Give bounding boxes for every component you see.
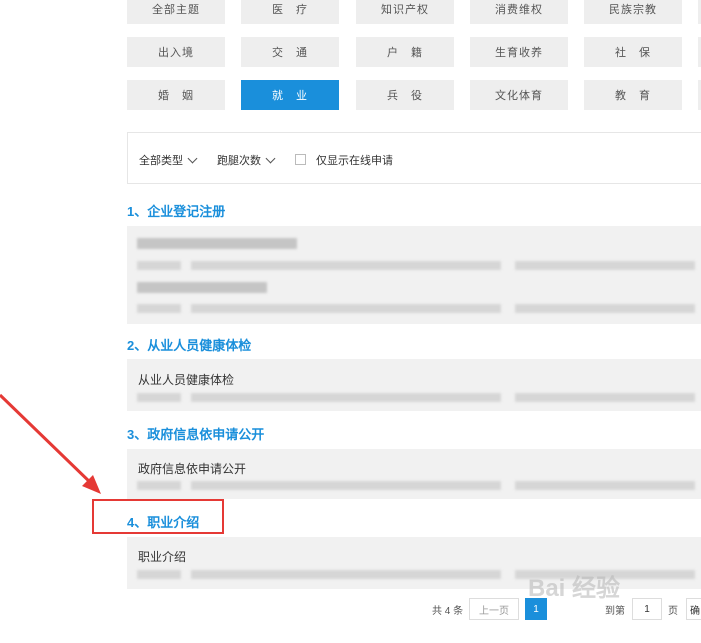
blurred-text — [137, 481, 181, 490]
blurred-text — [137, 282, 267, 293]
online-only-label: 仅显示在线申请 — [316, 155, 393, 167]
blurred-text — [191, 304, 501, 313]
online-only-checkbox[interactable] — [295, 154, 306, 165]
category-traffic[interactable]: 交 通 — [241, 37, 339, 67]
chevron-down-icon — [187, 153, 198, 163]
page-unit-label: 页 — [668, 605, 678, 617]
blurred-text — [515, 261, 695, 270]
blurred-text — [137, 304, 181, 313]
category-exit-entry[interactable]: 出入境 — [127, 37, 225, 67]
section-title[interactable]: 3、政府信息依申请公开 — [127, 424, 264, 443]
blurred-text — [191, 393, 501, 402]
annotation-highlight-box — [92, 499, 224, 534]
section-panel: 从业人员健康体检 — [127, 359, 701, 411]
service-item-link[interactable]: 职业介绍 — [138, 548, 186, 565]
category-military[interactable]: 兵 役 — [356, 80, 454, 110]
blurred-text — [137, 238, 297, 249]
category-social-security[interactable]: 社 保 — [584, 37, 682, 67]
blurred-text — [191, 570, 501, 579]
section-panel: 政府信息依申请公开 — [127, 449, 701, 499]
filter-bar: 全部类型 跑腿次数 仅显示在线申请 — [127, 132, 701, 184]
chevron-down-icon — [265, 153, 276, 163]
baidu-jingyan-watermark: Bai 经验 — [528, 575, 621, 602]
service-item-link[interactable]: 政府信息依申请公开 — [138, 460, 246, 477]
blurred-text — [191, 261, 501, 270]
visits-filter-label: 跑腿次数 — [217, 155, 261, 167]
category-marriage[interactable]: 婚 姻 — [127, 80, 225, 110]
type-filter-label: 全部类型 — [139, 155, 183, 167]
total-count: 共 4 条 — [432, 605, 464, 617]
category-birth-adoption[interactable]: 生育收养 — [470, 37, 568, 67]
section-panel — [127, 226, 701, 324]
category-education[interactable]: 教 育 — [584, 80, 682, 110]
blurred-text — [137, 393, 181, 402]
category-medical[interactable]: 医 疗 — [241, 0, 339, 24]
category-employment[interactable]: 就 业 — [241, 80, 339, 110]
category-household[interactable]: 户 籍 — [356, 37, 454, 67]
blurred-text — [191, 481, 501, 490]
page-number-input[interactable]: 1 — [632, 598, 662, 620]
confirm-button[interactable]: 确 — [686, 598, 701, 620]
service-item-link[interactable]: 从业人员健康体检 — [138, 371, 234, 388]
section-title[interactable]: 1、企业登记注册 — [127, 201, 225, 220]
section-title[interactable]: 2、从业人员健康体检 — [127, 335, 251, 354]
prev-page-button[interactable]: 上一页 — [469, 598, 519, 620]
category-consumer[interactable]: 消费维权 — [470, 0, 568, 24]
blurred-text — [137, 570, 181, 579]
category-all[interactable]: 全部主题 — [127, 0, 225, 24]
blurred-text — [515, 481, 695, 490]
blurred-text — [515, 393, 695, 402]
type-filter[interactable]: 全部类型 — [139, 152, 198, 168]
category-culture-sports[interactable]: 文化体育 — [470, 80, 568, 110]
visits-filter[interactable]: 跑腿次数 — [217, 152, 276, 168]
category-ip[interactable]: 知识产权 — [356, 0, 454, 24]
category-ethnic[interactable]: 民族宗教 — [584, 0, 682, 24]
blurred-text — [515, 304, 695, 313]
blurred-text — [137, 261, 181, 270]
